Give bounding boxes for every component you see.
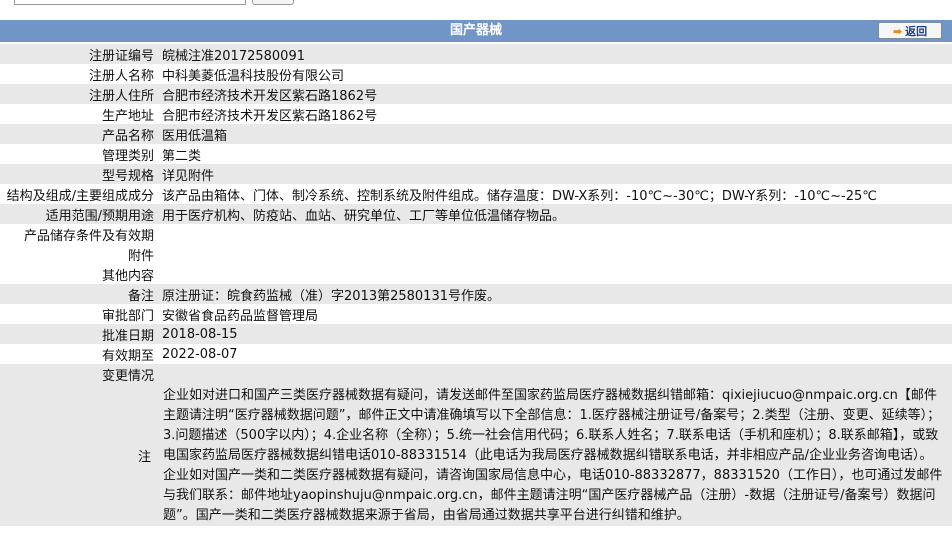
row-value: 原注册证：皖食药监械（准）字2013第2580131号作废。 bbox=[158, 284, 952, 304]
table-row: 注册人住所 合肥市经济技术开发区紫石路1862号 bbox=[0, 84, 952, 104]
table-row: 产品储存条件及有效期 bbox=[0, 224, 952, 244]
table-row: 产品名称 医用低温箱 bbox=[0, 124, 952, 144]
row-label: 管理类别 bbox=[0, 144, 158, 164]
row-label: 型号规格 bbox=[0, 164, 158, 184]
row-value bbox=[158, 224, 952, 244]
table-row: 注册人名称 中科美菱低温科技股份有限公司 bbox=[0, 64, 952, 84]
table-row: 适用范围/预期用途 用于医疗机构、防疫站、血站、研究单位、工厂等单位低温储存物品。 bbox=[0, 204, 952, 224]
table-row: 管理类别 第二类 bbox=[0, 144, 952, 164]
row-label: 生产地址 bbox=[0, 104, 158, 124]
row-value: 安徽省食品药品监督管理局 bbox=[158, 304, 952, 324]
table-row: 生产地址 合肥市经济技术开发区紫石路1862号 bbox=[0, 104, 952, 124]
row-value: 医用低温箱 bbox=[158, 124, 952, 144]
back-button[interactable]: ➡ 返回 bbox=[878, 22, 942, 39]
row-label: 结构及组成/主要组成成分 bbox=[0, 184, 158, 204]
row-value bbox=[158, 364, 952, 384]
arrow-right-icon: ➡ bbox=[892, 25, 903, 38]
row-value: 2022-08-07 bbox=[158, 344, 952, 364]
table-row: 结构及组成/主要组成成分 该产品由箱体、门体、制冷系统、控制系统及附件组成。储存温… bbox=[0, 184, 952, 204]
row-label: 审批部门 bbox=[0, 304, 158, 324]
row-label: 附件 bbox=[0, 244, 158, 264]
row-value: 中科美菱低温科技股份有限公司 bbox=[158, 64, 952, 84]
table-row: 有效期至 2022-08-07 bbox=[0, 344, 952, 364]
table-row: 注册证编号 皖械注准20172580091 bbox=[0, 44, 952, 64]
row-value: 合肥市经济技术开发区紫石路1862号 bbox=[158, 104, 952, 124]
row-value: 皖械注准20172580091 bbox=[158, 44, 952, 64]
row-label: 注册人住所 bbox=[0, 84, 158, 104]
search-input[interactable] bbox=[14, 0, 246, 5]
row-label: 适用范围/预期用途 bbox=[0, 204, 158, 224]
row-label: 有效期至 bbox=[0, 344, 158, 364]
note-label: 注 bbox=[0, 384, 155, 526]
detail-table: 注册证编号 皖械注准20172580091 注册人名称 中科美菱低温科技股份有限公司… bbox=[0, 44, 952, 384]
row-label: 产品储存条件及有效期 bbox=[0, 224, 158, 244]
note-row: 注 企业如对进口和国产三类医疗器械数据有疑问，请发送邮件至国家药监局医疗器械数据… bbox=[0, 384, 952, 526]
table-row: 备注 原注册证：皖食药监械（准）字2013第2580131号作废。 bbox=[0, 284, 952, 304]
table-row: 变更情况 bbox=[0, 364, 952, 384]
row-label: 其他内容 bbox=[0, 264, 158, 284]
row-value: 第二类 bbox=[158, 144, 952, 164]
top-search-area bbox=[0, 0, 952, 8]
row-value: 合肥市经济技术开发区紫石路1862号 bbox=[158, 84, 952, 104]
row-value: 用于医疗机构、防疫站、血站、研究单位、工厂等单位低温储存物品。 bbox=[158, 204, 952, 224]
table-row: 型号规格 详见附件 bbox=[0, 164, 952, 184]
row-value: 详见附件 bbox=[158, 164, 952, 184]
row-value: 该产品由箱体、门体、制冷系统、控制系统及附件组成。储存温度：DW-X系列：-10… bbox=[158, 184, 952, 204]
row-value: 2018-08-15 bbox=[158, 324, 952, 344]
search-button[interactable] bbox=[252, 0, 294, 5]
row-label: 注册人名称 bbox=[0, 64, 158, 84]
row-label: 备注 bbox=[0, 284, 158, 304]
note-table: 注 企业如对进口和国产三类医疗器械数据有疑问，请发送邮件至国家药监局医疗器械数据… bbox=[0, 384, 952, 526]
note-text: 企业如对进口和国产三类医疗器械数据有疑问，请发送邮件至国家药监局医疗器械数据纠错… bbox=[155, 384, 952, 526]
page-title: 国产器械 bbox=[0, 20, 952, 42]
table-row: 其他内容 bbox=[0, 264, 952, 284]
back-button-label: 返回 bbox=[905, 25, 928, 38]
row-label: 产品名称 bbox=[0, 124, 158, 144]
table-row: 批准日期 2018-08-15 bbox=[0, 324, 952, 344]
table-row: 附件 bbox=[0, 244, 952, 264]
row-label: 注册证编号 bbox=[0, 44, 158, 64]
row-label: 变更情况 bbox=[0, 364, 158, 384]
row-label: 批准日期 bbox=[0, 324, 158, 344]
table-row: 审批部门 安徽省食品药品监督管理局 bbox=[0, 304, 952, 324]
row-value bbox=[158, 264, 952, 284]
row-value bbox=[158, 244, 952, 264]
